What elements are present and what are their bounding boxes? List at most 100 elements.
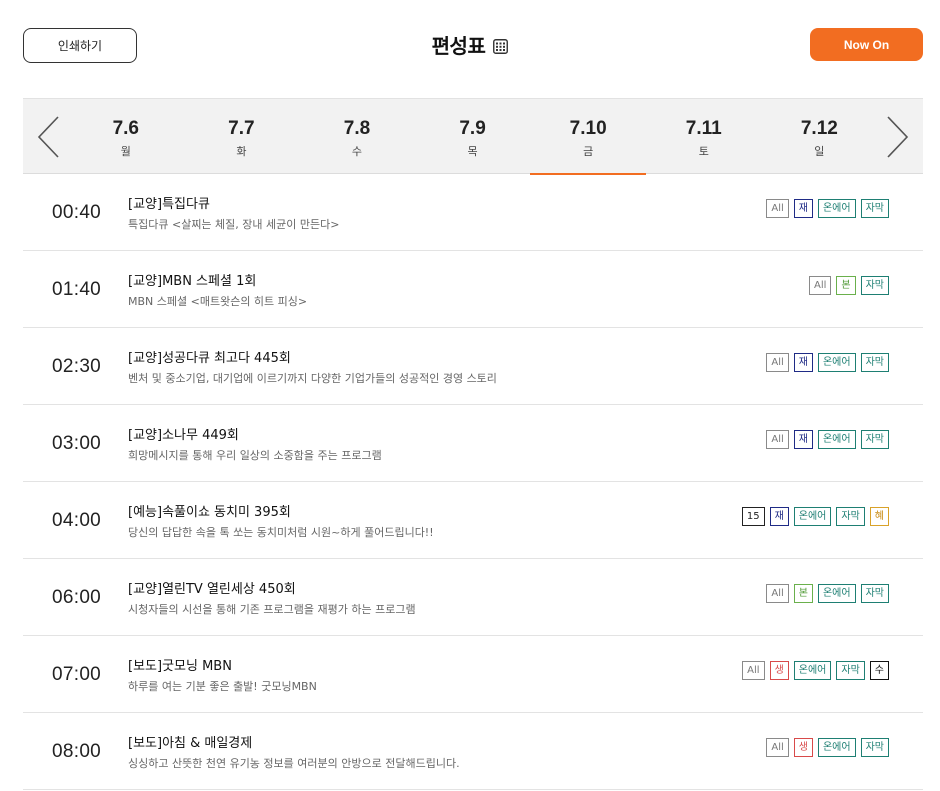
program-time: 03:00 [52,433,102,454]
badge-onair: 온에어 [793,661,832,680]
date-number: 7.10 [569,118,607,139]
date-weekday: 월 [120,145,131,158]
program-description: 벤처 및 중소기업, 대기업에 이르기까지 다양한 기업가들의 성공적인 경영 … [128,372,497,385]
date-number: 7.11 [685,118,722,139]
date-tab-7-7[interactable]: 7.7 화 [184,99,300,174]
program-title-link[interactable]: [교양]MBN 스페셜 1회 [128,270,256,289]
schedule-list: 00:40 [교양]특집다큐특집다큐 <살찌는 체질, 장내 세균이 만든다> Al… [23,174,923,790]
badge-sub: 자막 [860,276,889,295]
date-weekday: 수 [351,145,363,158]
program-row: 03:00 [교양]소나무 449회희망메시지를 통해 우리 일상의 소중함을 주… [23,405,923,482]
program-time: 08:00 [52,741,102,762]
program-time: 04:00 [52,510,102,531]
badge-live: 생 [793,738,813,757]
date-weekday: 금 [583,145,594,158]
badge-onair: 온에어 [817,353,856,372]
badge-all: All [766,353,789,372]
date-weekday: 화 [236,145,247,158]
date-weekday: 일 [814,145,825,158]
badge-benefit: 혜 [869,507,889,526]
badge-re: 재 [793,353,813,372]
date-tab-7-6[interactable]: 7.6 월 [68,99,184,174]
program-title-link[interactable]: [교양]성공다큐 최고다 445회 [128,347,291,366]
program-title-link[interactable]: [보도]아침 & 매일경제 [128,732,252,751]
date-number: 7.8 [343,118,371,139]
next-week-arrow-icon[interactable] [884,115,910,159]
badge-live: 생 [769,661,789,680]
badge-all: All [808,276,832,295]
now-on-button[interactable]: Now On [810,28,923,61]
date-weekday: 토 [698,145,709,158]
date-tabs: 7.6 월 7.7 화 7.8 수 7.9 목 7.10 금 7.11 토 7.12 일 [68,99,878,175]
program-title-link[interactable]: [교양]소나무 449회 [128,424,239,443]
date-tab-7-10[interactable]: 7.10 금 [530,99,646,175]
badge-main: 본 [836,276,856,295]
program-time: 02:30 [52,356,102,377]
date-number: 7.12 [800,118,838,139]
date-number: 7.9 [459,118,486,139]
date-number: 7.7 [228,118,255,139]
badge-onair: 온에어 [817,430,856,449]
program-description: 시청자들의 시선을 통해 기존 프로그램을 재평가 하는 프로그램 [128,603,416,616]
badge-all: All [766,199,789,218]
badge-sub: 자막 [836,507,865,526]
program-time: 06:00 [52,587,102,608]
program-title-link[interactable]: [보도]굿모닝 MBN [128,655,232,674]
title-wrap: 편성표 [0,30,940,59]
badge-re: 재 [793,430,813,449]
program-description: 싱싱하고 산뜻한 천연 유기농 정보를 여러분의 안방으로 전달해드립니다. [128,757,460,770]
badge-main: 본 [793,584,813,603]
date-weekday: 목 [467,145,478,158]
program-time: 01:40 [52,279,102,300]
badge-sub: 자막 [860,430,889,449]
program-time: 00:40 [52,202,102,223]
badge-all: All [766,584,789,603]
program-row: 02:30 [교양]성공다큐 최고다 445회벤처 및 중소기업, 대기업에 이르… [23,328,923,405]
page-header: 인쇄하기 편성표 Now On [0,0,940,95]
calendar-icon[interactable] [493,38,509,54]
program-title-link[interactable]: [교양]특집다큐 [128,193,210,212]
program-title-link[interactable]: [예능]속풀이쇼 동치미 395회 [128,501,291,520]
program-badges: All 재 온에어 자막 [766,353,889,372]
program-row: 08:00 [보도]아침 & 매일경제싱싱하고 산뜻한 천연 유기농 정보를 여러… [23,713,923,790]
date-tab-7-12[interactable]: 7.12 일 [762,99,878,174]
page-title: 편성표 [431,34,486,58]
program-badges: All 생 온에어 자막 [766,738,889,757]
badge-sub: 자막 [860,584,889,603]
badge-su: 수 [869,661,889,680]
date-number: 7.6 [112,118,139,139]
badge-all: All [766,430,789,449]
program-badges: All 재 온에어 자막 [766,430,889,449]
program-title-link[interactable]: [교양]열린TV 열린세상 450회 [128,578,296,597]
program-badges: All 본 온에어 자막 [766,584,889,603]
badge-onair: 온에어 [817,738,856,757]
badge-onair: 온에어 [817,199,856,218]
date-tab-7-11[interactable]: 7.11 토 [646,99,762,174]
program-badges: All 재 온에어 자막 [766,199,889,218]
badge-15: 15 [741,507,765,526]
program-row: 00:40 [교양]특집다큐특집다큐 <살찌는 체질, 장내 세균이 만든다> Al… [23,174,923,251]
badge-re: 재 [769,507,789,526]
program-badges: All 본 자막 [808,276,889,295]
program-badges: 15 재 온에어 자막 혜 [741,507,889,526]
program-description: 하루를 여는 기분 좋은 출발! 굿모닝MBN [128,680,317,693]
program-row: 06:00 [교양]열린TV 열린세상 450회시청자들의 시선을 통해 기존 프… [23,559,923,636]
program-description: 희망메시지를 통해 우리 일상의 소중함을 주는 프로그램 [128,449,382,462]
badge-sub: 자막 [836,661,865,680]
program-row: 07:00 [보도]굿모닝 MBN 하루를 여는 기분 좋은 출발! 굿모닝MBN A… [23,636,923,713]
date-tab-7-8[interactable]: 7.8 수 [299,99,415,174]
badge-re: 재 [793,199,813,218]
badge-sub: 자막 [860,199,889,218]
date-navigation: 7.6 월 7.7 화 7.8 수 7.9 목 7.10 금 7.11 토 7.12 일 [23,98,923,175]
program-row: 04:00 [예능]속풀이쇼 동치미 395회당신의 답답한 속을 톡 쏘는 동치… [23,482,923,559]
badge-onair: 온에어 [817,584,856,603]
badge-onair: 온에어 [793,507,832,526]
badge-all: All [742,661,765,680]
badge-all: All [766,738,789,757]
badge-sub: 자막 [860,353,889,372]
date-tab-7-9[interactable]: 7.9 목 [415,99,531,174]
program-description: 특집다큐 <살찌는 체질, 장내 세균이 만든다> [128,218,340,231]
program-badges: All 생 온에어 자막 수 [742,661,889,680]
prev-week-arrow-icon[interactable] [36,115,62,159]
program-description: 당신의 답답한 속을 톡 쏘는 동치미처럼 시원~하게 풀어드립니다!! [128,526,434,539]
